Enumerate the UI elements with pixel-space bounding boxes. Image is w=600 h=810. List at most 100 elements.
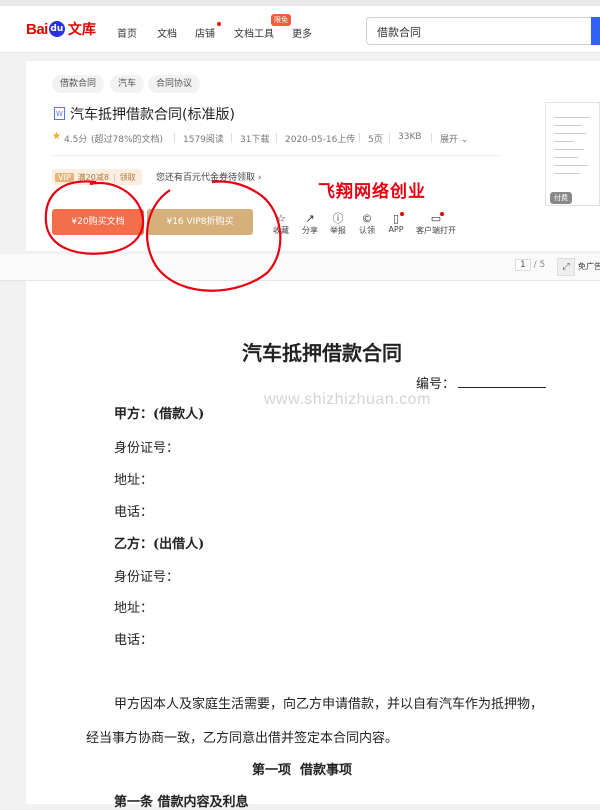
meta-divider	[359, 133, 360, 143]
expand-link[interactable]: 展开 ⌄	[440, 132, 468, 145]
clause-heading: 第一条 借款内容及利息	[114, 795, 249, 810]
file-size: 33KB	[398, 132, 422, 142]
doc-title: 汽车抵押借款合同(标准版)	[70, 107, 235, 123]
logo-wenku-text: 文库	[67, 22, 96, 38]
vip-coupon[interactable]: VIP 满20减8 | 领取	[52, 169, 142, 185]
logo-bai-text: Bai	[26, 20, 48, 38]
app-red-dot	[400, 212, 404, 216]
meta-divider	[174, 133, 175, 143]
app-label: APP	[388, 225, 404, 234]
collect-action[interactable]: ☆ 收藏	[270, 213, 292, 236]
vip-get-label: 领取	[119, 172, 136, 182]
share-label: 分享	[302, 226, 318, 235]
page-count: 5页	[368, 135, 383, 145]
doc-info-card: 借款合同 汽车 合同协议 W 汽车抵押借款合同(标准版) ★ 4.5分 (超过7…	[26, 61, 600, 251]
upload-date: 2020-05-16上传	[285, 135, 356, 145]
document-page: 汽车抵押借款合同 编号： www.shizhizhuan.com 甲方：(借款人…	[26, 281, 600, 810]
nav-doc-tools[interactable]: 文档工具	[234, 25, 274, 40]
vip-discount-buy-button[interactable]: ¥16 VIP8折购买	[147, 209, 253, 235]
new-badge: 限免	[271, 14, 291, 26]
section-heading: 第一项 借款事项	[252, 763, 353, 778]
star-icon: ☆	[276, 212, 286, 225]
nav-docs[interactable]: 文档	[157, 25, 177, 40]
download-count: 31下载	[240, 135, 270, 145]
party-a-id: 身份证号：	[114, 441, 180, 456]
app-action[interactable]: ▯ APP	[385, 212, 407, 234]
chevron-down-icon: ⌄	[460, 135, 469, 145]
paid-badge: 付费	[550, 192, 572, 204]
thumb-line	[554, 149, 584, 150]
app-glyph: ▯	[392, 212, 400, 225]
nav-shop-dot	[217, 22, 221, 26]
doc-heading: 汽车抵押借款合同	[242, 341, 402, 365]
party-b-id: 身份证号：	[114, 570, 180, 585]
remove-ads-link[interactable]: 免广告	[578, 261, 600, 272]
thumb-line	[554, 173, 580, 174]
site-watermark: www.shizhizhuan.com	[264, 391, 431, 408]
read-count: 1579阅读	[183, 135, 224, 145]
search-input[interactable]: 借款合同	[366, 17, 592, 45]
thumb-line	[554, 117, 590, 118]
client-open-label: 客户端打开	[416, 226, 456, 235]
nav-shop[interactable]: 店铺	[195, 25, 215, 40]
overlay-watermark-text: 飞翔网络创业	[318, 182, 426, 202]
buy-document-button[interactable]: ¥20购买文档	[52, 209, 144, 235]
claim-action[interactable]: © 认领	[356, 213, 378, 236]
site-header: Bai du 文库 首页 文档 店铺 文档工具 限免 更多 借款合同	[0, 6, 600, 53]
claim-label: 认领	[359, 226, 375, 235]
tag-loan-contract[interactable]: 借款合同	[52, 75, 105, 93]
current-page[interactable]: 1	[515, 259, 531, 271]
party-a: 甲方：(借款人)	[114, 407, 205, 422]
number-underline	[458, 387, 546, 388]
share-action[interactable]: ↗ 分享	[299, 213, 321, 236]
meta-divider	[389, 133, 390, 143]
copyright-icon: ©	[361, 212, 373, 225]
monitor-red-dot	[440, 212, 444, 216]
meta-divider	[431, 133, 432, 143]
thumb-line	[554, 165, 588, 166]
tag-contract-agreement[interactable]: 合同协议	[148, 75, 201, 93]
search-button[interactable]	[591, 17, 600, 45]
reader-toolbar: 1 / 5 ⤢ 免广告	[0, 254, 600, 281]
party-a-address: 地址：	[114, 473, 154, 488]
baidu-wenku-logo[interactable]: Bai du 文库	[26, 18, 96, 40]
vip-tag: VIP	[55, 172, 74, 182]
vip-discount-text: 满20减8	[77, 172, 109, 182]
vip-divider: |	[112, 172, 116, 182]
collect-label: 收藏	[273, 226, 289, 235]
monitor-icon: ▭	[430, 212, 444, 225]
contract-number-label: 编号：	[416, 377, 456, 392]
thumb-line	[554, 133, 586, 134]
party-a-phone: 电话：	[114, 505, 154, 520]
party-b: 乙方：(出借人)	[114, 537, 205, 552]
divider	[52, 155, 500, 156]
rating-score: 4.5分	[64, 135, 88, 145]
party-b-phone: 电话：	[114, 633, 154, 648]
thumb-line	[554, 125, 582, 126]
party-b-address: 地址：	[114, 601, 154, 616]
thumb-line	[554, 141, 574, 142]
expand-label: 展开	[440, 135, 459, 145]
app-icon: ▯	[390, 212, 404, 225]
nav-home[interactable]: 首页	[117, 25, 137, 40]
nav-more[interactable]: 更多	[292, 25, 312, 40]
total-pages: / 5	[533, 260, 546, 270]
share-icon: ↗	[305, 212, 315, 225]
rating-note: (超过78%的文档)	[91, 135, 164, 145]
expand-icon[interactable]: ⤢	[557, 258, 575, 276]
paw-icon: du	[48, 21, 65, 37]
thumb-line	[554, 157, 578, 158]
report-action[interactable]: ⓘ 举报	[327, 213, 349, 236]
tag-car[interactable]: 汽车	[110, 75, 145, 93]
meta-divider	[231, 133, 232, 143]
page-indicator: 1 / 5	[515, 259, 546, 271]
client-open-action[interactable]: ▭ 客户端打开	[414, 212, 458, 236]
report-label: 举报	[330, 226, 346, 235]
coupon-link[interactable]: 您还有百元代金券待领取 ›	[156, 170, 261, 183]
report-icon: ⓘ	[332, 212, 344, 225]
paragraph-line-1: 甲方因本人及家庭生活需要，向乙方申请借款，并以自有汽车作为抵押物，	[114, 697, 544, 712]
rating-star-icon: ★	[52, 131, 61, 142]
paragraph-line-2: 经当事方协商一致，乙方同意出借并签定本合同内容。	[86, 731, 399, 746]
meta-divider	[276, 133, 277, 143]
doc-thumbnail[interactable]: 付费	[545, 102, 600, 206]
